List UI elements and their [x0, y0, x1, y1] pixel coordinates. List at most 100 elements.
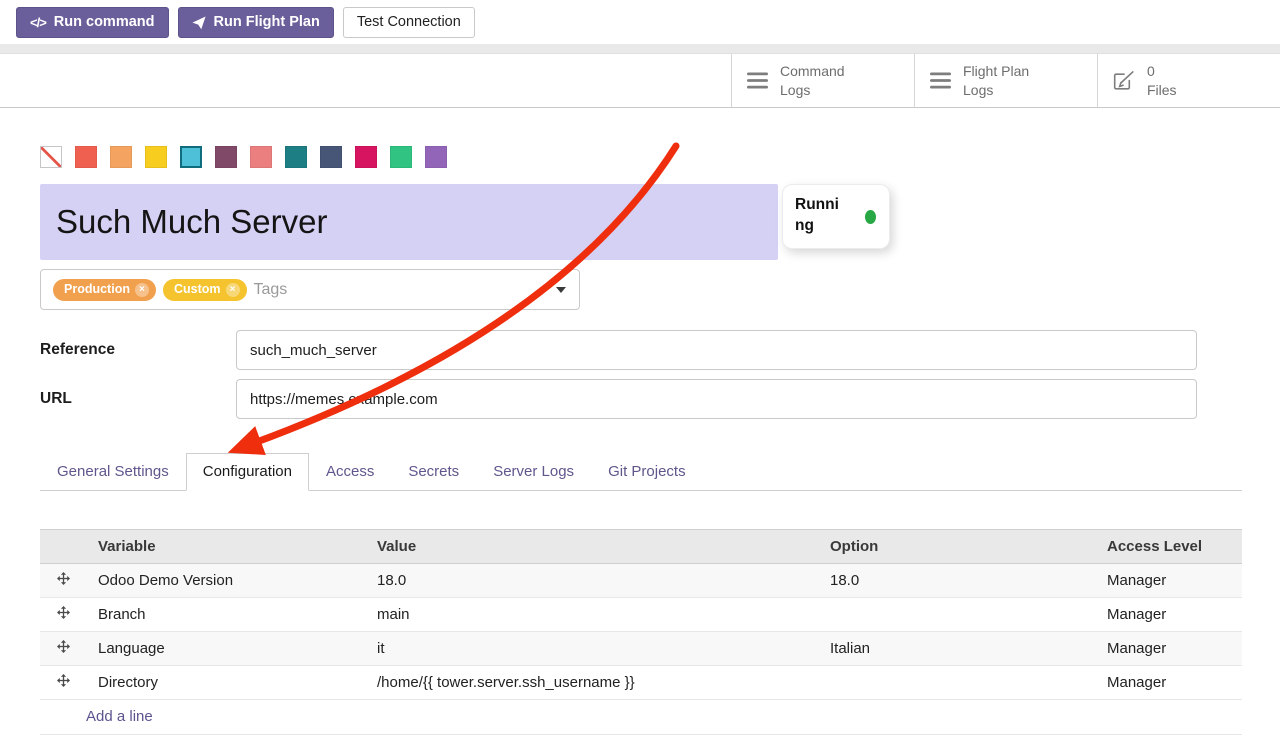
- cell-variable[interactable]: Language: [86, 632, 365, 666]
- test-connection-label: Test Connection: [357, 15, 461, 30]
- divider-band: [0, 44, 1280, 54]
- drag-handle-icon[interactable]: [40, 666, 86, 700]
- add-line-row: Add a line: [40, 700, 1242, 735]
- tag-label: Custom: [174, 283, 221, 296]
- code-icon: </>: [30, 16, 46, 29]
- cell-value[interactable]: 18.0: [365, 564, 818, 598]
- reference-input[interactable]: [236, 330, 1197, 370]
- table-row: Directory /home/{{ tower.server.ssh_user…: [40, 666, 1242, 700]
- cell-option[interactable]: [818, 666, 1095, 700]
- run-command-button[interactable]: </> Run command: [16, 7, 169, 38]
- tab-general-settings[interactable]: General Settings: [40, 453, 186, 491]
- cell-value[interactable]: main: [365, 598, 818, 632]
- column-header-handle: [40, 530, 86, 564]
- drag-handle-icon[interactable]: [40, 598, 86, 632]
- control-panel: </> Run command Run Flight Plan Test Con…: [0, 0, 1280, 44]
- reference-label: Reference: [40, 341, 236, 359]
- cell-access-level[interactable]: Manager: [1095, 598, 1242, 632]
- cell-access-level[interactable]: Manager: [1095, 632, 1242, 666]
- cell-variable[interactable]: Branch: [86, 598, 365, 632]
- paper-plane-icon: [192, 16, 206, 30]
- column-header-access-level[interactable]: Access Level: [1095, 530, 1242, 564]
- configuration-table: Variable Value Option Access Level Odoo …: [40, 529, 1242, 735]
- tab-server-logs[interactable]: Server Logs: [476, 453, 591, 491]
- color-swatch-orange[interactable]: [110, 146, 132, 168]
- color-swatch-cyan[interactable]: [180, 146, 202, 168]
- color-swatch-teal[interactable]: [285, 146, 307, 168]
- color-swatch-navy[interactable]: [320, 146, 342, 168]
- run-flight-plan-label: Run Flight Plan: [214, 15, 320, 30]
- stat-button-flight-plan-logs[interactable]: Flight Plan Logs: [914, 54, 1097, 107]
- table-row: Branch main Manager: [40, 598, 1242, 632]
- drag-handle-icon[interactable]: [40, 632, 86, 666]
- color-picker: [40, 146, 1242, 168]
- notebook-tabs: General Settings Configuration Access Se…: [40, 453, 1242, 491]
- screen: </> Run command Run Flight Plan Test Con…: [0, 0, 1280, 735]
- drag-handle-icon[interactable]: [40, 564, 86, 598]
- test-connection-button[interactable]: Test Connection: [343, 7, 475, 38]
- stat-label: Flight Plan Logs: [963, 62, 1029, 98]
- cell-option[interactable]: [818, 598, 1095, 632]
- stat-line1: 0: [1147, 62, 1177, 80]
- run-command-label: Run command: [54, 15, 155, 30]
- url-field-row: URL: [40, 379, 1242, 419]
- tab-git-projects[interactable]: Git Projects: [591, 453, 703, 491]
- table-header-row: Variable Value Option Access Level: [40, 530, 1242, 564]
- tags-placeholder[interactable]: Tags: [254, 281, 288, 299]
- form-sheet: Running Production × Custom × Tags Refer…: [0, 146, 1280, 735]
- cell-access-level[interactable]: Manager: [1095, 564, 1242, 598]
- stat-line2: Files: [1147, 81, 1177, 99]
- url-input[interactable]: [236, 379, 1197, 419]
- color-swatch-salmon[interactable]: [250, 146, 272, 168]
- tag-label: Production: [64, 283, 130, 296]
- color-swatch-violet[interactable]: [425, 146, 447, 168]
- column-header-option[interactable]: Option: [818, 530, 1095, 564]
- cell-variable[interactable]: Directory: [86, 666, 365, 700]
- stat-label: Command Logs: [780, 62, 845, 98]
- remove-tag-icon[interactable]: ×: [226, 283, 240, 297]
- cell-option[interactable]: 18.0: [818, 564, 1095, 598]
- bars-icon: [747, 72, 768, 89]
- color-swatch-dark-purple[interactable]: [215, 146, 237, 168]
- status-label: Running: [795, 195, 848, 237]
- status-dot: [865, 210, 876, 224]
- tab-secrets[interactable]: Secrets: [391, 453, 476, 491]
- server-name-input[interactable]: [40, 184, 778, 260]
- cell-access-level[interactable]: Manager: [1095, 666, 1242, 700]
- column-header-value[interactable]: Value: [365, 530, 818, 564]
- cell-value[interactable]: /home/{{ tower.server.ssh_username }}: [365, 666, 818, 700]
- run-flight-plan-button[interactable]: Run Flight Plan: [178, 7, 334, 38]
- stat-line1: Command: [780, 62, 845, 80]
- color-swatch-yellow[interactable]: [145, 146, 167, 168]
- pencil-icon: [1113, 71, 1135, 91]
- remove-tag-icon[interactable]: ×: [135, 283, 149, 297]
- tags-field[interactable]: Production × Custom × Tags: [40, 269, 580, 310]
- color-swatch-none[interactable]: [40, 146, 62, 168]
- color-swatch-raspberry[interactable]: [355, 146, 377, 168]
- color-swatch-red[interactable]: [75, 146, 97, 168]
- tab-access[interactable]: Access: [309, 453, 391, 491]
- stat-button-files[interactable]: 0 Files: [1097, 54, 1280, 107]
- reference-field-row: Reference: [40, 330, 1242, 370]
- cell-value[interactable]: it: [365, 632, 818, 666]
- cell-variable[interactable]: Odoo Demo Version: [86, 564, 365, 598]
- table-row: Odoo Demo Version 18.0 18.0 Manager: [40, 564, 1242, 598]
- tab-configuration[interactable]: Configuration: [186, 453, 309, 491]
- color-swatch-green[interactable]: [390, 146, 412, 168]
- column-header-variable[interactable]: Variable: [86, 530, 365, 564]
- chevron-down-icon[interactable]: [556, 287, 566, 293]
- form-header: Command Logs Flight Plan Logs 0: [0, 54, 1280, 108]
- stat-button-command-logs[interactable]: Command Logs: [731, 54, 914, 107]
- cell-option[interactable]: Italian: [818, 632, 1095, 666]
- status-badge[interactable]: Running: [782, 184, 890, 249]
- stat-line1: Flight Plan: [963, 62, 1029, 80]
- add-a-line-link[interactable]: Add a line: [86, 708, 153, 725]
- title-row: Running: [40, 184, 1242, 260]
- stat-line2: Logs: [780, 81, 845, 99]
- stat-label: 0 Files: [1147, 62, 1177, 98]
- bars-icon: [930, 72, 951, 89]
- stat-line2: Logs: [963, 81, 1029, 99]
- url-label: URL: [40, 390, 236, 408]
- tag-custom[interactable]: Custom ×: [163, 279, 247, 301]
- tag-production[interactable]: Production ×: [53, 279, 156, 301]
